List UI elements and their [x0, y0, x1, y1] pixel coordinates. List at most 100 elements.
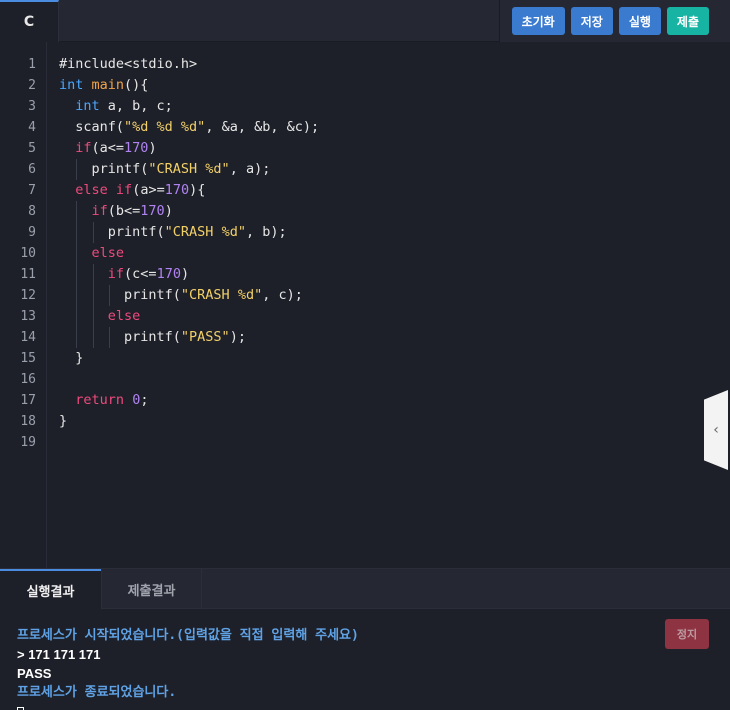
code-token: return	[75, 392, 125, 408]
code-token: ){	[189, 182, 206, 198]
console-status-line: 프로세스가 시작되었습니다.(입력값을 직접 입력해 주세요)	[17, 628, 359, 643]
code-line: printf("CRASH %d", b);	[59, 222, 319, 243]
indent-guide	[92, 327, 94, 348]
indent-guide	[76, 201, 78, 222]
code-token: #include<stdio.h>	[59, 56, 198, 72]
code-token: else	[91, 245, 125, 261]
tab-submit-result[interactable]: 제출결과	[101, 569, 202, 609]
line-number: 19	[20, 435, 36, 450]
code-token: )	[180, 266, 190, 282]
code-token: "CRASH %d"	[164, 224, 246, 240]
code-token: (b<=	[107, 203, 141, 219]
code-token: )	[148, 140, 157, 156]
code-line: }	[59, 348, 319, 369]
code-token: else	[75, 182, 108, 198]
indent-guide	[92, 306, 94, 327]
code-line: int a, b, c;	[59, 96, 319, 117]
code-token: );	[229, 329, 246, 345]
text-cursor-icon	[17, 706, 24, 710]
code-token: 170	[156, 266, 181, 282]
code-token: (a<=	[91, 140, 125, 156]
code-line: else	[59, 306, 319, 327]
code-token: 170	[140, 203, 165, 219]
code-line: else	[59, 243, 319, 264]
language-tab-c[interactable]: C	[0, 0, 59, 42]
code-token: printf(	[59, 287, 181, 303]
output-tab-bar: 실행결과 제출결과	[0, 569, 730, 609]
submit-button[interactable]: 제출	[666, 7, 709, 35]
indent-guide	[92, 222, 94, 243]
line-number: 12	[20, 288, 36, 303]
code-token: a, b, c;	[99, 98, 173, 114]
reset-button[interactable]: 초기화	[511, 7, 565, 35]
code-editor[interactable]: 1 2 3 4 5 6 7 8 9 10 11 12 13 14 15 16 17 18 19 #include<s…	[0, 42, 730, 568]
code-token: printf(	[59, 161, 149, 177]
tab-run-result[interactable]: 실행결과	[0, 569, 101, 609]
code-token: (a>=	[132, 182, 165, 198]
code-area[interactable]: #include<stdio.h> int main(){ int a, b, c…	[59, 54, 319, 453]
line-number: 2	[28, 78, 36, 93]
code-token: (c<=	[124, 266, 157, 282]
console-output[interactable]: 프로세스가 시작되었습니다.(입력값을 직접 입력해 주세요) > 171 171…	[17, 626, 359, 710]
code-line: if(c<=170)	[59, 264, 319, 285]
code-token: int	[59, 77, 84, 93]
code-line: printf("CRASH %d", c);	[59, 285, 319, 306]
indent-guide	[76, 264, 78, 285]
side-panel-toggle[interactable]: ‹	[704, 390, 728, 470]
line-number: 1	[28, 57, 36, 72]
code-line: scanf("%d %d %d", &a, &b, &c);	[59, 117, 319, 138]
line-number: 14	[20, 330, 36, 345]
line-number: 3	[28, 99, 36, 114]
code-token: "%d %d %d"	[124, 119, 206, 135]
code-line: if(b<=170)	[59, 201, 319, 222]
code-line: #include<stdio.h>	[59, 54, 319, 75]
code-token: }	[59, 350, 84, 366]
indent-guide	[76, 159, 78, 180]
run-button[interactable]: 실행	[618, 7, 661, 35]
code-token: "PASS"	[180, 329, 230, 345]
code-token: , &a, &b, &c);	[205, 119, 320, 135]
code-line: if(a<=170)	[59, 138, 319, 159]
code-token: int	[75, 98, 100, 114]
indent-guide	[76, 222, 78, 243]
code-token: "CRASH %d"	[180, 287, 263, 303]
indent-guide	[76, 327, 78, 348]
line-number: 13	[20, 309, 36, 324]
code-token: if	[107, 266, 125, 282]
stop-button[interactable]: 정지	[665, 619, 709, 649]
line-number: 11	[20, 267, 36, 282]
code-line: int main(){	[59, 75, 319, 96]
code-token: if	[91, 203, 108, 219]
line-number: 10	[20, 246, 36, 261]
code-token: }	[59, 413, 68, 429]
chevron-left-icon: ‹	[713, 422, 719, 438]
line-number: 8	[28, 204, 36, 219]
console-input-line[interactable]	[17, 702, 359, 710]
code-token: "CRASH %d"	[148, 161, 230, 177]
indent-guide	[92, 285, 94, 306]
indent-guide	[76, 243, 78, 264]
code-line: printf("PASS");	[59, 327, 319, 348]
save-button[interactable]: 저장	[570, 7, 613, 35]
line-number: 4	[28, 120, 36, 135]
code-token: if	[115, 182, 133, 198]
code-token: ;	[140, 392, 149, 408]
line-number: 16	[20, 372, 36, 387]
indent-guide	[108, 327, 110, 348]
code-token: scanf(	[59, 119, 125, 135]
code-line: }	[59, 411, 319, 432]
output-panel: 실행결과 제출결과 정지 프로세스가 시작되었습니다.(입력값을 직접 입력해 …	[0, 568, 730, 710]
line-number: 5	[28, 141, 36, 156]
line-number: 18	[20, 414, 36, 429]
code-token: 170	[124, 140, 149, 156]
code-token: 170	[164, 182, 190, 198]
indent-guide	[76, 306, 78, 327]
